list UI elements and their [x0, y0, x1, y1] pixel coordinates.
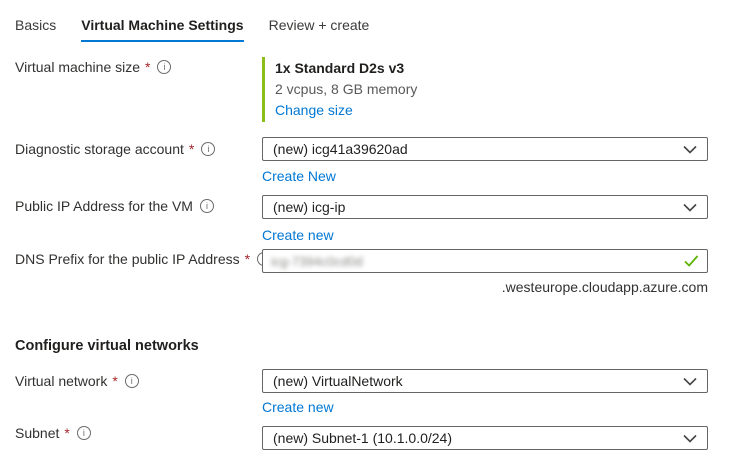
dns-domain-suffix: .westeurope.cloudapp.azure.com [502, 279, 708, 295]
chevron-down-icon [683, 434, 697, 443]
tab-bar: Basics Virtual Machine Settings Review +… [15, 17, 369, 42]
chevron-down-icon [683, 145, 697, 154]
vm-settings-page: Basics Virtual Machine Settings Review +… [0, 0, 732, 476]
subnet-label-text: Subnet [15, 425, 59, 441]
chevron-down-icon [683, 203, 697, 212]
vm-size-value: 1x Standard D2s v3 [275, 58, 708, 79]
tab-virtual-machine-settings[interactable]: Virtual Machine Settings [81, 17, 243, 42]
vm-size-label: Virtual machine size * i [15, 59, 171, 75]
required-asterisk: * [145, 59, 150, 75]
required-asterisk: * [64, 425, 69, 441]
create-new-storage-link[interactable]: Create New [262, 166, 336, 187]
dns-prefix-input[interactable]: icg-7394c0cd0d [262, 249, 708, 273]
vm-size-label-text: Virtual machine size [15, 59, 140, 75]
required-asterisk: * [189, 141, 194, 157]
vm-size-specs: 2 vcpus, 8 GB memory [275, 79, 708, 100]
subnet-label: Subnet * i [15, 425, 91, 441]
vm-size-summary: 1x Standard D2s v3 2 vcpus, 8 GB memory … [262, 57, 708, 122]
info-icon[interactable]: i [201, 142, 215, 156]
virtual-network-label-text: Virtual network [15, 373, 107, 389]
dns-prefix-label-text: DNS Prefix for the public IP Address [15, 251, 240, 267]
create-new-ip-link[interactable]: Create new [262, 225, 334, 246]
dns-prefix-value: icg-7394c0cd0d [271, 254, 363, 269]
public-ip-value: (new) icg-ip [273, 199, 345, 215]
create-new-vnet-link[interactable]: Create new [262, 397, 334, 418]
configure-virtual-networks-heading: Configure virtual networks [15, 338, 199, 354]
info-icon[interactable]: i [200, 199, 214, 213]
subnet-value: (new) Subnet-1 (10.1.0.0/24) [273, 430, 452, 446]
chevron-down-icon [683, 377, 697, 386]
info-icon[interactable]: i [77, 426, 91, 440]
diagnostic-storage-value: (new) icg41a39620ad [273, 141, 408, 157]
diagnostic-storage-label-text: Diagnostic storage account [15, 141, 184, 157]
public-ip-label: Public IP Address for the VM i [15, 198, 214, 214]
diagnostic-storage-dropdown[interactable]: (new) icg41a39620ad [262, 137, 708, 161]
info-icon[interactable]: i [125, 374, 139, 388]
public-ip-dropdown[interactable]: (new) icg-ip [262, 195, 708, 219]
tab-review-create[interactable]: Review + create [269, 17, 370, 42]
diagnostic-storage-label: Diagnostic storage account * i [15, 141, 215, 157]
virtual-network-label: Virtual network * i [15, 373, 139, 389]
required-asterisk: * [245, 251, 250, 267]
virtual-network-dropdown[interactable]: (new) VirtualNetwork [262, 369, 708, 393]
valid-check-icon [684, 255, 699, 267]
tab-basics[interactable]: Basics [15, 17, 56, 42]
subnet-dropdown[interactable]: (new) Subnet-1 (10.1.0.0/24) [262, 426, 708, 450]
change-size-link[interactable]: Change size [275, 100, 353, 121]
info-icon[interactable]: i [157, 60, 171, 74]
virtual-network-value: (new) VirtualNetwork [273, 373, 403, 389]
dns-prefix-label: DNS Prefix for the public IP Address* i [15, 251, 271, 267]
public-ip-label-text: Public IP Address for the VM [15, 198, 193, 214]
required-asterisk: * [112, 373, 117, 389]
